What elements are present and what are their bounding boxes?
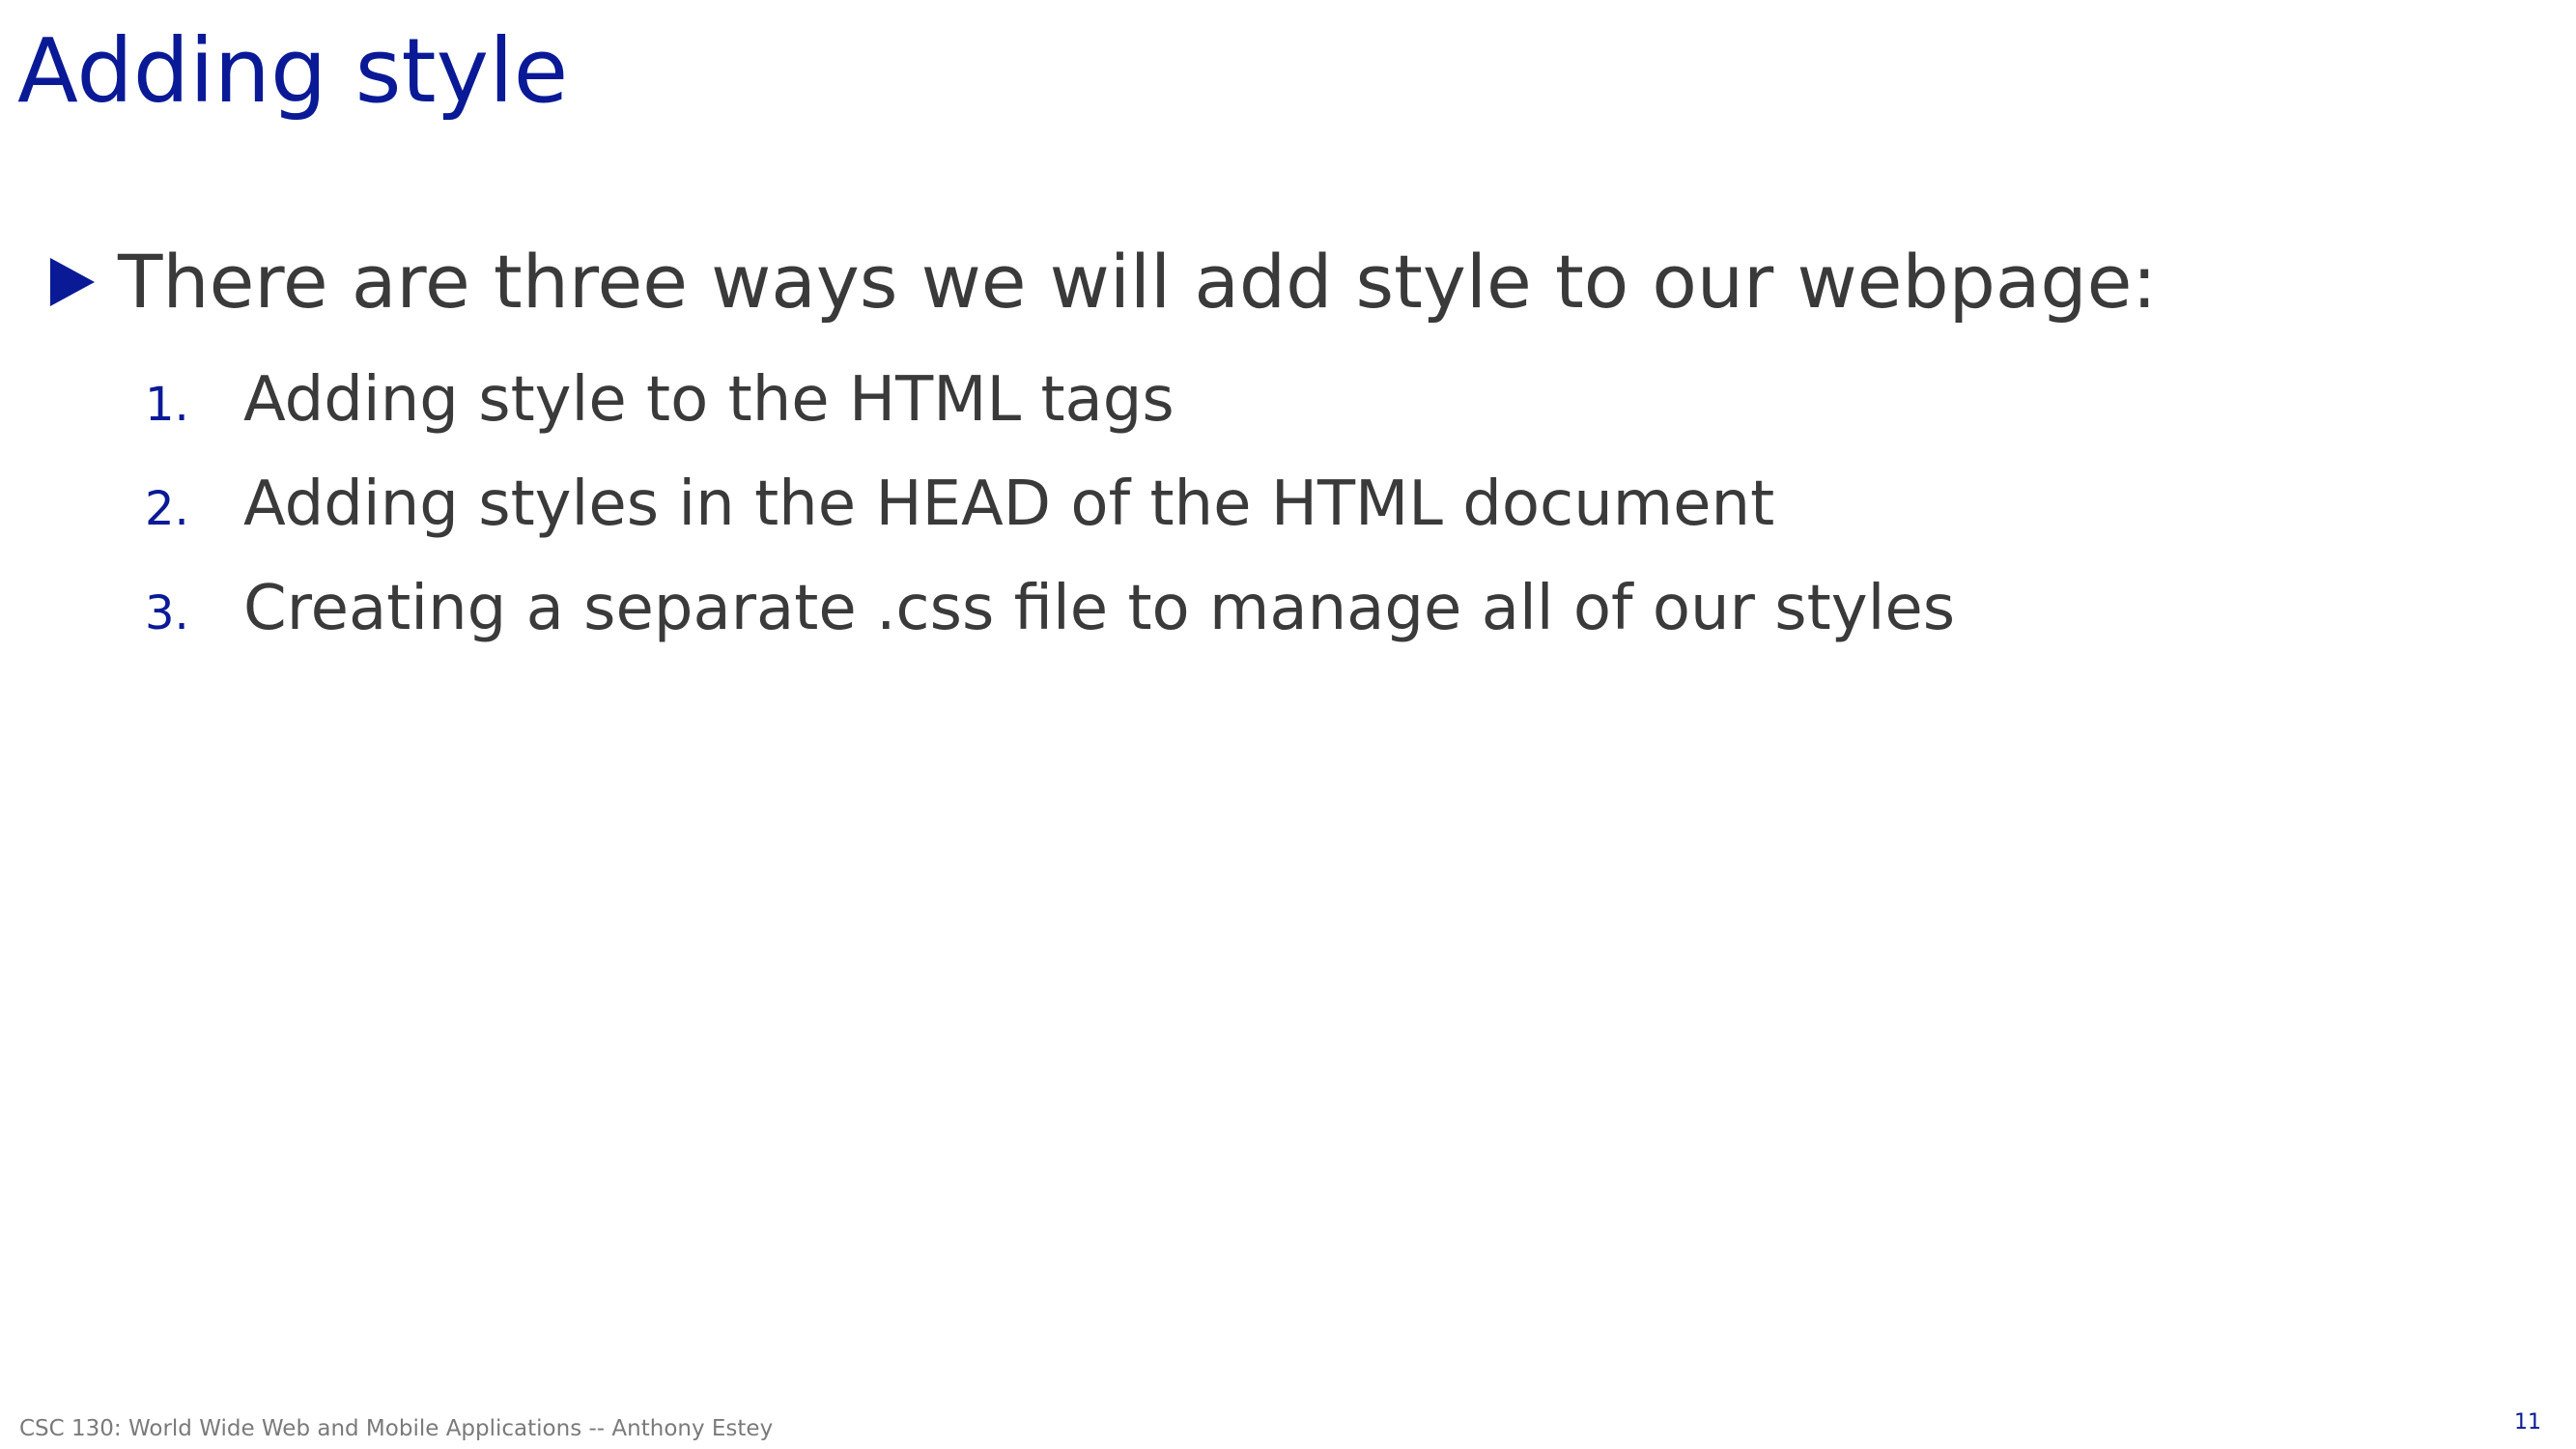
- list-item-number: 2.: [145, 482, 189, 536]
- list-item: 1. Adding style to the HTML tags: [145, 348, 1955, 452]
- list-item-number: 3.: [145, 586, 189, 640]
- numbered-list: 1. Adding style to the HTML tags 2. Addi…: [145, 348, 1955, 661]
- triangle-right-icon: [50, 258, 95, 306]
- list-item-text: Adding style to the HTML tags: [243, 364, 1175, 436]
- list-item: 3. Creating a separate .css file to mana…: [145, 556, 1955, 661]
- slide: Adding style There are three ways we wil…: [0, 0, 2576, 1449]
- page-number: 11: [2514, 1410, 2541, 1435]
- list-item-text: Creating a separate .css file to manage …: [243, 573, 1956, 644]
- main-bullet-text: There are three ways we will add style t…: [118, 239, 2158, 325]
- list-item-number: 1.: [145, 378, 189, 432]
- list-item-text: Adding styles in the HEAD of the HTML do…: [243, 469, 1775, 540]
- footer-text: CSC 130: World Wide Web and Mobile Appli…: [19, 1416, 774, 1441]
- slide-title: Adding style: [17, 19, 569, 123]
- list-item: 2. Adding styles in the HEAD of the HTML…: [145, 452, 1955, 556]
- main-bullet: There are three ways we will add style t…: [50, 232, 2157, 332]
